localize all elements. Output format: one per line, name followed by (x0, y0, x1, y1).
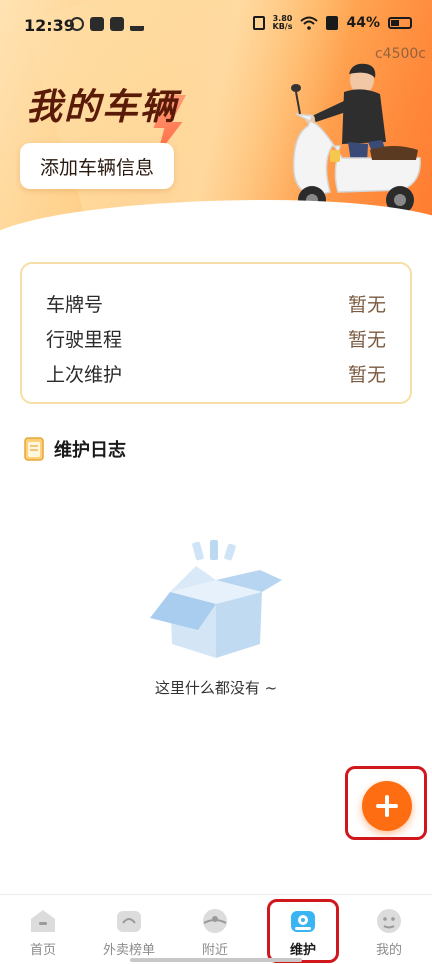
status-right: 3.80 KB/s 44% (252, 15, 412, 31)
status-bar: 12:39 3.80 KB/s 44% c4500c (0, 0, 432, 63)
empty-state-text: 这里什么都没有 ~ (154, 679, 278, 697)
mileage-label: 行驶里程 (46, 329, 123, 351)
notification-app-icon (70, 17, 84, 31)
add-maintenance-button[interactable] (362, 781, 412, 831)
tab-home-label: 首页 (29, 943, 56, 958)
plus-icon (376, 795, 398, 817)
tab-nearby[interactable]: 附近 (172, 895, 258, 964)
add-vehicle-info-button[interactable]: 添加车辆信息 (20, 143, 174, 189)
vibrate-icon (252, 16, 265, 30)
page-title: 我的车辆 (26, 87, 179, 128)
home-icon (31, 910, 55, 932)
tab-ranking[interactable]: 外卖榜单 (86, 895, 172, 964)
nearby-icon (203, 909, 227, 933)
scooter-rider-illustration (291, 63, 421, 214)
maintenance-log-header: 维护日志 (22, 436, 126, 462)
maintenance-tab-highlight (267, 899, 339, 963)
network-speed-unit: KB/s (272, 22, 293, 31)
tab-profile[interactable]: 我的 (346, 895, 432, 964)
notebook-icon (24, 437, 44, 461)
tab-home[interactable]: 首页 (0, 895, 86, 964)
notification-icons (70, 17, 144, 31)
battery-icon (388, 17, 412, 29)
wifi-icon (300, 16, 319, 30)
plate-number-label: 车牌号 (46, 294, 104, 316)
sim-off-icon (326, 16, 339, 30)
ranking-icon (117, 911, 141, 932)
network-speed: 3.80 KB/s (273, 15, 293, 31)
status-time: 12:39 (24, 16, 75, 35)
info-row-mileage: 行驶里程 暂无 (46, 321, 386, 356)
last-maintenance-label: 上次维护 (46, 364, 123, 386)
home-indicator[interactable] (130, 958, 302, 962)
info-row-last-maintenance: 上次维护 暂无 (46, 356, 386, 391)
notification-app-icon (90, 17, 104, 31)
header-banner: 12:39 3.80 KB/s 44% c4500c 我的车辆 添加车辆信息 (0, 0, 432, 248)
bottom-tab-bar: 首页 外卖榜单 附近 维护 我的 (0, 894, 432, 964)
mileage-value: 暂无 (347, 329, 386, 351)
plate-number-value: 暂无 (347, 294, 386, 316)
tab-profile-label: 我的 (375, 943, 402, 958)
vehicle-info-card: 车牌号 暂无 行驶里程 暂无 上次维护 暂无 (20, 262, 412, 404)
banner-wave-divider (0, 200, 432, 248)
notification-crown-icon (130, 18, 144, 31)
tab-nearby-label: 附近 (201, 943, 228, 958)
watermark-text: c4500c (374, 46, 426, 62)
empty-box-illustration (150, 540, 282, 658)
profile-icon (377, 909, 401, 933)
battery-percent: 44% (346, 15, 380, 31)
info-row-plate: 车牌号 暂无 (46, 286, 386, 321)
maintenance-log-title: 维护日志 (54, 436, 126, 462)
notification-play-icon (110, 17, 124, 31)
tab-ranking-label: 外卖榜单 (102, 943, 155, 958)
last-maintenance-value: 暂无 (347, 364, 386, 386)
